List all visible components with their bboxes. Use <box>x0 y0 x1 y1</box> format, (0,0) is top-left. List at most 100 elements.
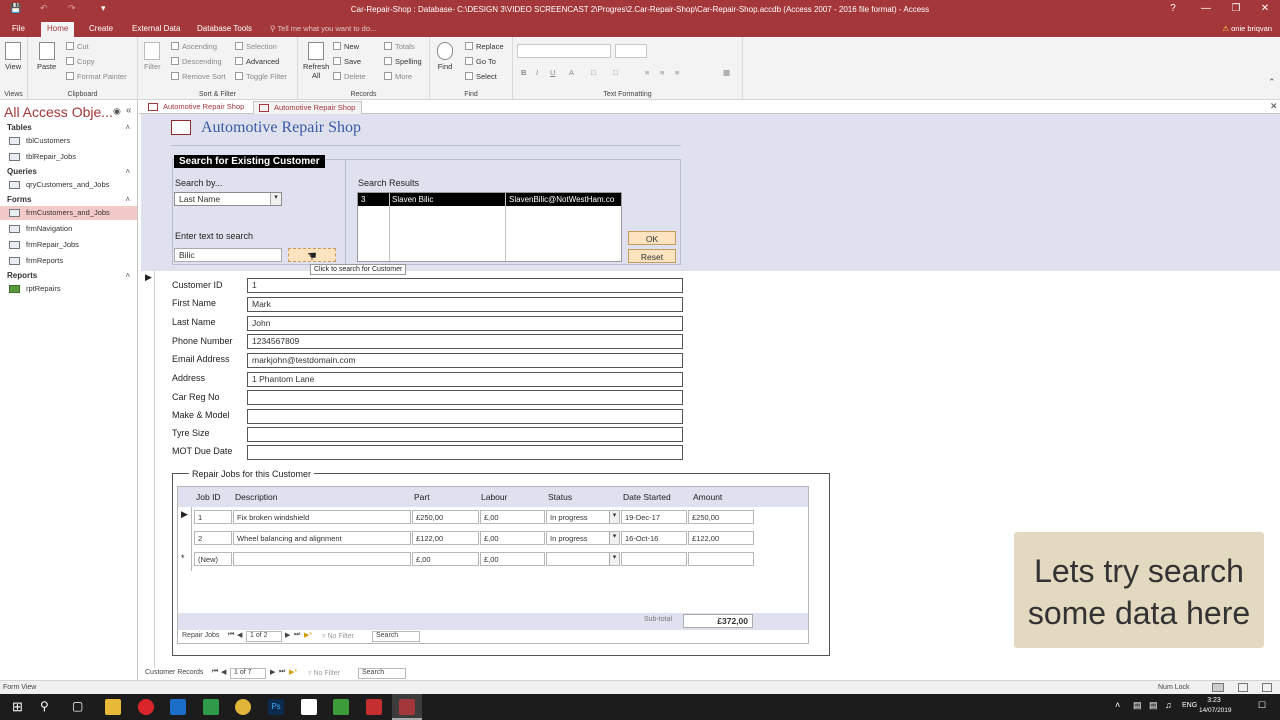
design-view-icon[interactable] <box>1262 683 1272 692</box>
tab-home[interactable]: Home <box>41 22 75 37</box>
windows-start-icon[interactable]: ⊞ <box>12 699 23 715</box>
goto-button[interactable]: Go To <box>465 57 496 66</box>
current-row-icon[interactable]: ▶ <box>181 509 188 520</box>
nav-item-frmcustomers-and-jobs[interactable]: frmCustomers_and_Jobs <box>0 206 137 220</box>
cell-part[interactable]: £250,00 <box>412 510 479 524</box>
search-text-input[interactable]: Bilic <box>174 248 282 262</box>
nav-item-frmreports[interactable]: frmReports <box>0 254 137 268</box>
chevron-up-icon[interactable]: ˄ <box>1115 700 1120 710</box>
toggle-filter-button[interactable]: Toggle Filter <box>235 72 287 81</box>
cell-part[interactable]: £122,00 <box>412 531 479 545</box>
tyre-size-field[interactable] <box>247 427 683 442</box>
nav-menu-icon[interactable]: ◉ <box>113 106 121 117</box>
minimize-button[interactable]: — <box>1196 3 1216 14</box>
opera-icon[interactable] <box>138 699 154 715</box>
reset-button[interactable]: Reset <box>628 249 676 263</box>
cut-button[interactable]: Cut <box>66 42 89 51</box>
tab-database-tools[interactable]: Database Tools <box>191 22 258 37</box>
new-row-icon[interactable]: * <box>181 553 185 563</box>
previous-record-icon[interactable]: ◀ <box>221 668 226 676</box>
last-name-field[interactable]: John <box>247 316 683 331</box>
camtasia-icon[interactable] <box>333 699 349 715</box>
outlook-icon[interactable] <box>170 699 186 715</box>
format-painter-button[interactable]: Format Painter <box>66 72 127 81</box>
tab-create[interactable]: Create <box>83 22 119 37</box>
fill-color-icon[interactable]: □ <box>613 68 618 77</box>
tab-file[interactable]: File <box>6 22 31 37</box>
collapse-queries-icon[interactable]: ˄ <box>125 167 130 176</box>
collapse-forms-icon[interactable]: ˄ <box>125 195 130 204</box>
nav-pane-title[interactable]: All Access Obje... <box>4 104 113 120</box>
gridlines-icon[interactable]: ▦ <box>723 68 730 77</box>
close-document-icon[interactable]: ✕ <box>1270 101 1278 112</box>
mot-due-field[interactable] <box>247 445 683 460</box>
new-record-nav-icon[interactable]: ▶* <box>304 631 312 639</box>
file-explorer-icon[interactable] <box>105 699 121 715</box>
form-record-position[interactable]: 1 of 7 <box>230 668 266 679</box>
close-button[interactable]: ✕ <box>1255 3 1275 14</box>
underline-button[interactable]: U <box>550 68 555 77</box>
ascending-button[interactable]: Ascending <box>171 42 217 51</box>
replace-button[interactable]: Replace <box>465 42 504 51</box>
restore-button[interactable]: ❐ <box>1226 3 1246 14</box>
datasheet-view-icon[interactable] <box>1238 683 1248 692</box>
cell-job-id[interactable]: (New) <box>194 552 232 566</box>
cell-part[interactable]: £,00 <box>412 552 479 566</box>
align-center-icon[interactable]: ≡ <box>660 68 664 77</box>
nav-section-forms[interactable]: Forms <box>7 195 31 204</box>
subform-record-position[interactable]: 1 of 2 <box>246 631 282 642</box>
network-icon[interactable]: ▤ <box>1133 700 1142 711</box>
nav-item-tblrepair-jobs[interactable]: tblRepair_Jobs <box>0 150 137 164</box>
nav-section-reports[interactable]: Reports <box>7 271 37 280</box>
filter-button[interactable]: Filter <box>144 42 161 71</box>
search-result-row[interactable]: 3 Slaven Bilic SlavenBilic@NotWestHam.co <box>358 193 621 206</box>
form-filter-indicator[interactable]: ▿ No Filter <box>308 669 340 677</box>
form-view-icon[interactable] <box>1212 683 1224 692</box>
email-field[interactable]: markjohn@testdomain.com <box>247 353 683 368</box>
form-search-box[interactable]: Search <box>358 668 406 679</box>
next-record-icon[interactable]: ▶ <box>270 668 275 676</box>
nav-section-queries[interactable]: Queries <box>7 167 37 176</box>
clock-date[interactable]: 14/07/2019 <box>1199 707 1232 714</box>
cell-amount[interactable] <box>688 552 754 566</box>
network-icon[interactable]: ▤ <box>1149 700 1158 711</box>
search-by-combo[interactable]: Last Name ▾ <box>174 192 282 206</box>
spelling-button[interactable]: Spelling <box>384 57 422 66</box>
align-right-icon[interactable]: ≡ <box>675 68 679 77</box>
task-view-icon[interactable]: ▢ <box>72 699 83 713</box>
doc-tab-automotive-repair-shop-active[interactable]: Automotive Repair Shop <box>253 101 363 114</box>
ok-button[interactable]: OK <box>628 231 676 245</box>
nav-section-tables[interactable]: Tables <box>7 123 32 132</box>
language-indicator[interactable]: ENG <box>1182 702 1197 709</box>
nav-item-frmnavigation[interactable]: frmNavigation <box>0 222 137 236</box>
first-record-icon[interactable]: ⏮ <box>228 631 234 639</box>
tell-me-box[interactable]: ⚲ Tell me what you want to do... <box>270 24 376 33</box>
cell-job-id[interactable]: 2 <box>194 531 232 545</box>
notifications-icon[interactable]: ☐ <box>1258 700 1266 711</box>
descending-button[interactable]: Descending <box>171 57 222 66</box>
collapse-ribbon-icon[interactable]: ⌃ <box>1268 77 1276 88</box>
phone-field[interactable]: 1234567809 <box>247 334 683 349</box>
search-results-list[interactable]: 3 Slaven Bilic SlavenBilic@NotWestHam.co <box>357 192 622 262</box>
make-model-field[interactable] <box>247 409 683 424</box>
cell-status[interactable]: In progress ▾ <box>546 531 620 545</box>
chevron-down-icon[interactable]: ▾ <box>609 511 619 523</box>
car-reg-field[interactable] <box>247 390 683 405</box>
cell-labour[interactable]: £,00 <box>480 510 545 524</box>
cell-date-started[interactable]: 19-Dec-17 <box>621 510 687 524</box>
font-color-button[interactable]: A <box>569 68 574 77</box>
clock-time[interactable]: 3:23 <box>1200 697 1228 704</box>
next-record-icon[interactable]: ▶ <box>285 631 290 639</box>
previous-record-icon[interactable]: ◀ <box>237 631 242 639</box>
subform-filter-indicator[interactable]: ▿ No Filter <box>322 632 354 640</box>
delete-record-button[interactable]: Delete <box>333 72 366 81</box>
last-record-icon[interactable]: ⏭ <box>294 631 300 639</box>
save-record-button[interactable]: Save <box>333 57 361 66</box>
collapse-reports-icon[interactable]: ˄ <box>125 271 130 280</box>
volume-icon[interactable]: ♫ <box>1165 700 1172 710</box>
cell-date-started[interactable] <box>621 552 687 566</box>
cell-description[interactable]: Fix broken windshield <box>233 510 411 524</box>
font-name-combo[interactable] <box>517 44 611 58</box>
cell-description[interactable]: Wheel balancing and alignment <box>233 531 411 545</box>
customer-id-field[interactable]: 1 <box>247 278 683 293</box>
